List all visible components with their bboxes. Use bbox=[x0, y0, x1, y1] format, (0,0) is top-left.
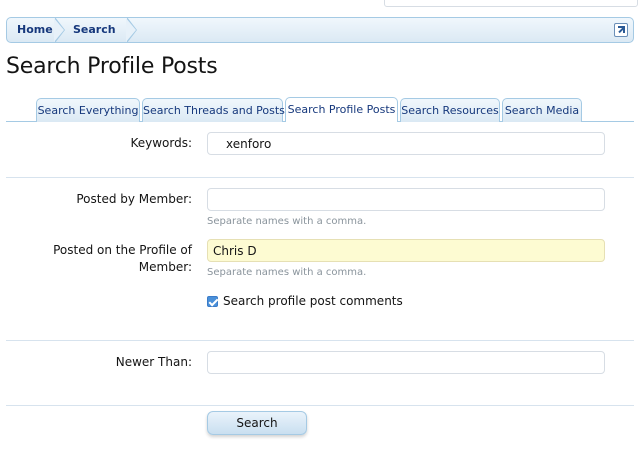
tab-search-threads-posts[interactable]: Search Threads and Posts bbox=[142, 98, 285, 122]
breadcrumb: Home Search bbox=[6, 17, 634, 43]
search-comments-checkbox[interactable] bbox=[207, 296, 218, 307]
newer-than-row: Newer Than: bbox=[6, 349, 634, 379]
top-search-field[interactable] bbox=[384, 0, 638, 7]
search-comments-label[interactable]: Search profile post comments bbox=[223, 294, 403, 308]
section-divider bbox=[6, 405, 634, 406]
search-submit-button[interactable]: Search bbox=[207, 411, 307, 435]
newer-than-input[interactable] bbox=[207, 351, 605, 374]
profile-of-row: Posted on the Profile of Member: Separat… bbox=[6, 239, 634, 282]
search-tabs: Search Everything Search Threads and Pos… bbox=[6, 96, 634, 122]
posted-by-input[interactable] bbox=[207, 188, 605, 211]
tab-search-resources[interactable]: Search Resources bbox=[400, 98, 500, 122]
profile-of-label-line2: Member: bbox=[138, 260, 192, 274]
section-divider bbox=[6, 177, 634, 178]
breadcrumb-home-link[interactable]: Home bbox=[7, 18, 57, 42]
posted-by-row: Posted by Member: Separate names with a … bbox=[6, 186, 634, 232]
breadcrumb-separator-icon bbox=[126, 18, 137, 42]
newer-than-label: Newer Than: bbox=[115, 355, 192, 369]
profile-of-label: Posted on the Profile of Member: bbox=[53, 242, 192, 276]
tab-search-profile-posts[interactable]: Search Profile Posts bbox=[285, 97, 398, 122]
profile-of-input[interactable] bbox=[207, 239, 605, 262]
profile-of-label-line1: Posted on the Profile of bbox=[53, 243, 192, 257]
tab-search-media[interactable]: Search Media bbox=[502, 98, 582, 122]
keywords-row: Keywords: bbox=[6, 130, 634, 160]
keywords-input[interactable] bbox=[207, 132, 605, 155]
page-title: Search Profile Posts bbox=[6, 54, 218, 79]
keywords-label: Keywords: bbox=[130, 136, 192, 150]
posted-by-label: Posted by Member: bbox=[76, 192, 192, 206]
tab-search-everything[interactable]: Search Everything bbox=[36, 98, 140, 122]
breadcrumb-search-link[interactable]: Search bbox=[63, 18, 133, 42]
profile-of-hint: Separate names with a comma. bbox=[207, 267, 367, 278]
jump-to-page-icon[interactable] bbox=[614, 23, 628, 37]
section-divider bbox=[6, 340, 634, 341]
posted-by-hint: Separate names with a comma. bbox=[207, 216, 367, 227]
